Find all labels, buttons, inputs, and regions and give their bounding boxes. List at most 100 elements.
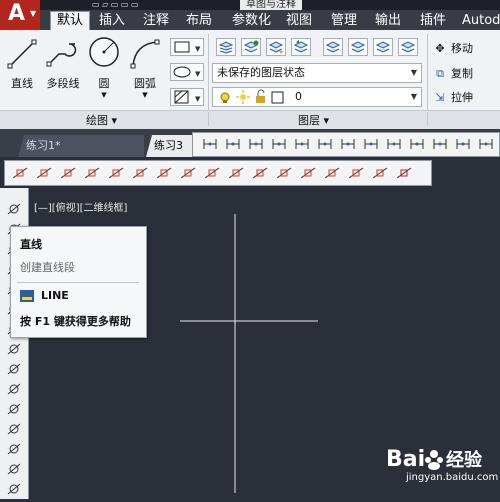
tooltip-description: 创建直线段 [20, 261, 75, 274]
tab-parametric[interactable]: 参数化 [232, 12, 271, 30]
snap-parallel-icon[interactable] [274, 164, 294, 182]
svg-text:▼: ▼ [195, 45, 201, 53]
panel-divider [427, 34, 428, 114]
snap-endpoint-icon[interactable] [58, 164, 78, 182]
dim-quick-icon[interactable] [384, 135, 404, 153]
move-tool-button[interactable]: ✥ 移动 [432, 40, 473, 56]
snap-tangent-icon[interactable] [226, 164, 246, 182]
dim-linear-icon[interactable] [200, 135, 220, 153]
snap-nearest-icon[interactable] [346, 164, 366, 182]
line-icon[interactable] [4, 200, 24, 218]
make-block-icon[interactable] [4, 440, 24, 458]
chevron-down-icon[interactable]: ▼ [127, 91, 163, 99]
layer-properties-button[interactable] [216, 38, 236, 56]
snap-from-icon[interactable] [34, 164, 54, 182]
chevron-down-icon: ▼ [410, 92, 417, 101]
hatch-tool-button[interactable]: ▼ [170, 88, 204, 106]
panel-divider [208, 112, 209, 126]
tab-plugins[interactable]: 插件 [420, 12, 446, 30]
layer-state-dropdown[interactable]: 未保存的图层状态 ▼ [212, 63, 422, 83]
snap-perpendicular-icon[interactable] [250, 164, 270, 182]
arc-tool-label: 圆弧 [134, 77, 156, 90]
spline-icon[interactable] [4, 360, 24, 378]
autocad-logo-icon: A [8, 1, 26, 26]
layer-freeze-button[interactable] [373, 38, 393, 56]
svg-text:▼: ▼ [195, 70, 201, 78]
circle-tool-button[interactable]: 圆 ▼ [86, 36, 122, 99]
stretch-tool-button[interactable]: ⇲ 拉伸 [432, 89, 473, 105]
line-tool-label: 直线 [11, 77, 33, 90]
snap-intersection-icon[interactable] [106, 164, 126, 182]
revision-cloud-icon[interactable] [4, 340, 24, 358]
ribbon-panel-titles [0, 110, 500, 129]
layer-isolate-button[interactable] [323, 38, 343, 56]
ellipse-tool-button[interactable]: ▼ [170, 63, 204, 81]
layer-freeze-icon [375, 41, 391, 53]
tab-view[interactable]: 视图 [286, 12, 312, 30]
current-layer-dropdown[interactable]: 0 ▼ [212, 87, 422, 107]
tab-autodesk[interactable]: Autode [462, 12, 500, 30]
dim-continue-icon[interactable] [430, 135, 450, 153]
dim-radius-icon[interactable] [292, 135, 312, 153]
snap-node-icon[interactable] [322, 164, 342, 182]
dim-diameter-icon[interactable] [338, 135, 358, 153]
snap-extension-icon[interactable] [154, 164, 174, 182]
doc-tab-practice1[interactable]: 练习1* [18, 135, 144, 157]
layer-status-icons [220, 89, 284, 104]
dim-space-icon[interactable] [453, 135, 473, 153]
chevron-down-icon[interactable]: ▼ [86, 91, 122, 99]
snap-none-icon[interactable] [370, 164, 390, 182]
polyline-tool-label: 多段线 [46, 77, 80, 90]
layer-off-button[interactable] [398, 38, 418, 56]
snap-insert-icon[interactable] [298, 164, 318, 182]
command-icon [20, 290, 34, 302]
move-icon: ✥ [435, 42, 445, 55]
viewport-controls-label[interactable]: [—][俯视][二维线框] [34, 199, 127, 214]
dim-jogged-icon[interactable] [315, 135, 335, 153]
copy-tool-button[interactable]: ⧉ 复制 [432, 65, 473, 81]
tab-annotate[interactable]: 注释 [143, 12, 169, 30]
tab-default[interactable]: 默认 [50, 11, 91, 30]
snap-quadrant-icon[interactable] [202, 164, 222, 182]
layer-state-button[interactable] [241, 38, 261, 56]
dim-angular-icon[interactable] [361, 135, 381, 153]
tab-manage[interactable]: 管理 [331, 12, 357, 30]
dim-arc-icon[interactable] [246, 135, 266, 153]
layers-panel-title[interactable]: 图层 ▾ [298, 112, 329, 128]
layer-match-icon [268, 41, 284, 54]
layer-properties-icon [218, 41, 234, 54]
draw-panel-title[interactable]: 绘图 ▾ [86, 112, 117, 128]
ellipse-icon: ▼ [173, 66, 201, 78]
quick-access-toolbar[interactable]: ▭ ▱ ▭ ▭ ▭ [92, 0, 139, 9]
polyline-tool-button[interactable]: 多段线 [44, 36, 82, 91]
tab-layout[interactable]: 布局 [186, 12, 212, 30]
move-tool-label: 移动 [451, 42, 473, 55]
tab-output[interactable]: 输出 [375, 12, 401, 30]
rectangle-tool-button[interactable]: ▼ [170, 38, 204, 56]
circle-tool-label: 圆 [98, 77, 110, 90]
dim-aligned-icon[interactable] [223, 135, 243, 153]
ellipse-icon[interactable] [4, 380, 24, 398]
dim-baseline-icon[interactable] [407, 135, 427, 153]
hatch-icon[interactable] [4, 480, 24, 498]
baidu-watermark: Bai 经验 jingyan.baidu.com [386, 442, 498, 483]
arc-tool-button[interactable]: 圆弧 ▼ [127, 36, 163, 99]
insert-block-icon[interactable] [4, 420, 24, 438]
snap-settings-icon[interactable] [394, 164, 414, 182]
snap-midpoint-icon[interactable] [82, 164, 102, 182]
snap-center-icon[interactable] [178, 164, 198, 182]
dim-ordinate-icon[interactable] [269, 135, 289, 153]
ellipse-arc-icon[interactable] [4, 400, 24, 418]
line-tool-button[interactable]: 直线 [4, 36, 40, 91]
snap-apparent-icon[interactable] [130, 164, 150, 182]
layer-previous-button[interactable] [291, 38, 311, 56]
application-menu-button[interactable]: A ▼ [0, 0, 40, 30]
layer-unisolate-button[interactable] [348, 38, 368, 56]
tab-insert[interactable]: 插入 [99, 12, 125, 30]
point-icon[interactable] [4, 460, 24, 478]
layer-off-icon [400, 41, 416, 53]
stretch-tool-label: 拉伸 [451, 91, 473, 104]
layer-match-button[interactable] [266, 38, 286, 56]
dim-break-icon[interactable] [476, 135, 496, 153]
temp-track-icon[interactable] [10, 164, 30, 182]
